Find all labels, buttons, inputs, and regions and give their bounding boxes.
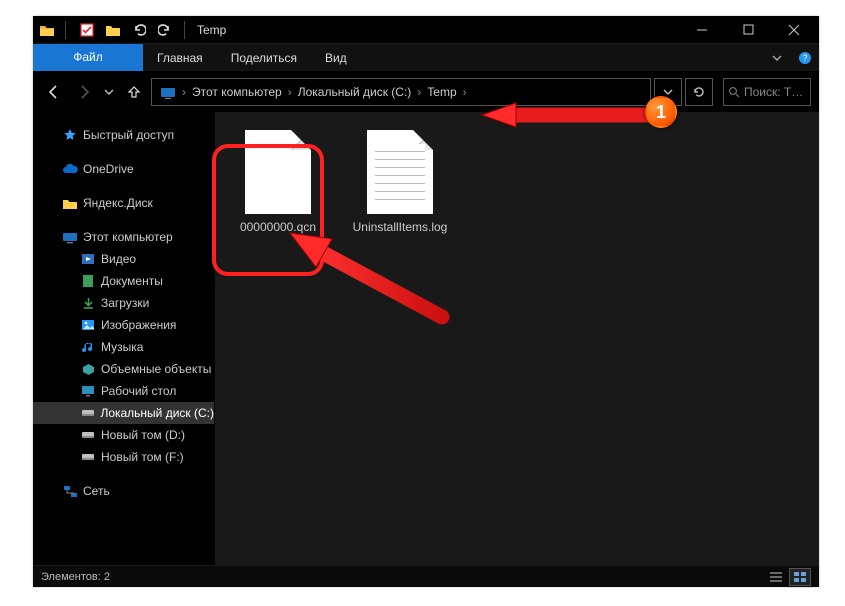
minimize-button[interactable] <box>679 16 725 44</box>
chevron-right-icon[interactable]: › <box>180 85 188 99</box>
nav-forward-button[interactable] <box>71 79 97 105</box>
new-folder-icon[interactable] <box>103 23 123 37</box>
nav-documents[interactable]: Документы <box>33 270 214 292</box>
music-icon <box>79 341 97 354</box>
folder-app-icon <box>38 23 56 37</box>
redo-icon[interactable] <box>155 23 175 37</box>
explorer-body: Быстрый доступ OneDrive Яндекс.Диск Этот… <box>33 112 819 565</box>
file-list-area[interactable]: 00000000.qcn UninstallItems.log <box>215 112 819 565</box>
search-placeholder: Поиск: T… <box>744 85 803 99</box>
refresh-button[interactable] <box>685 78 713 106</box>
nav-local-disk-d[interactable]: Новый том (D:) <box>33 424 214 446</box>
breadcrumb-item[interactable]: Этот компьютер <box>188 79 286 105</box>
nav-yandex-disk[interactable]: Яндекс.Диск <box>33 192 214 214</box>
titlebar-divider <box>65 21 66 39</box>
ribbon: Файл Главная Поделиться Вид ? <box>33 44 819 72</box>
properties-icon[interactable] <box>77 23 97 37</box>
undo-icon[interactable] <box>129 23 149 37</box>
nav-desktop[interactable]: Рабочий стол <box>33 380 214 402</box>
annotation-step-badge: 1 <box>645 96 677 128</box>
picture-icon <box>79 319 97 331</box>
nav-this-pc[interactable]: Этот компьютер <box>33 226 214 248</box>
explorer-window: Temp Файл Главная Поделиться Вид ? <box>33 16 819 587</box>
nav-onedrive[interactable]: OneDrive <box>33 158 214 180</box>
cube-icon <box>79 363 97 376</box>
view-details-button[interactable] <box>765 568 787 586</box>
breadcrumb-item[interactable]: Локальный диск (C:) <box>294 79 416 105</box>
chevron-right-icon[interactable]: › <box>461 85 469 99</box>
address-bar[interactable]: › Этот компьютер › Локальный диск (C:) ›… <box>151 78 651 106</box>
chevron-right-icon[interactable]: › <box>415 85 423 99</box>
maximize-button[interactable] <box>725 16 771 44</box>
nav-quick-access[interactable]: Быстрый доступ <box>33 124 214 146</box>
ribbon-tab-view[interactable]: Вид <box>311 44 361 71</box>
star-icon <box>61 128 79 142</box>
ribbon-expand-button[interactable] <box>763 44 791 71</box>
drive-icon <box>79 430 97 440</box>
status-item-count: Элементов: 2 <box>41 571 110 583</box>
file-icon <box>367 130 433 214</box>
nav-recent-button[interactable] <box>101 79 117 105</box>
drive-icon <box>79 452 97 462</box>
chevron-right-icon[interactable]: › <box>286 85 294 99</box>
nav-local-disk-f[interactable]: Новый том (F:) <box>33 446 214 468</box>
ribbon-tab-home[interactable]: Главная <box>143 44 217 71</box>
file-icon <box>245 130 311 214</box>
qat-divider <box>184 21 185 39</box>
titlebar: Temp <box>33 16 819 44</box>
file-item[interactable]: UninstallItems.log <box>345 124 455 240</box>
ribbon-tab-file[interactable]: Файл <box>33 44 143 71</box>
quick-access-toolbar <box>74 21 191 39</box>
nav-local-disk-c[interactable]: Локальный диск (C:) <box>33 402 214 424</box>
nav-music[interactable]: Музыка <box>33 336 214 358</box>
ribbon-tab-share[interactable]: Поделиться <box>217 44 311 71</box>
nav-videos[interactable]: Видео <box>33 248 214 270</box>
nav-back-button[interactable] <box>41 79 67 105</box>
search-box[interactable]: Поиск: T… <box>723 78 811 106</box>
breadcrumb-root-icon[interactable] <box>156 79 180 105</box>
close-button[interactable] <box>771 16 817 44</box>
nav-network[interactable]: Сеть <box>33 480 214 502</box>
desktop-icon <box>79 385 97 397</box>
navigation-pane[interactable]: Быстрый доступ OneDrive Яндекс.Диск Этот… <box>33 112 215 565</box>
window-title: Temp <box>197 23 226 37</box>
help-button[interactable]: ? <box>791 44 819 71</box>
nav-pictures[interactable]: Изображения <box>33 314 214 336</box>
document-icon <box>79 274 97 288</box>
file-name: UninstallItems.log <box>353 220 448 234</box>
nav-up-button[interactable] <box>121 79 147 105</box>
pc-icon <box>61 231 79 244</box>
cloud-icon <box>61 163 79 175</box>
drive-icon <box>79 408 96 418</box>
svg-text:?: ? <box>802 53 807 63</box>
breadcrumb-item[interactable]: Temp <box>423 79 460 105</box>
network-icon <box>61 485 79 498</box>
file-item[interactable]: 00000000.qcn <box>223 124 333 240</box>
folder-icon <box>61 197 79 210</box>
video-icon <box>79 253 97 265</box>
status-bar: Элементов: 2 <box>33 565 819 587</box>
address-toolbar: › Этот компьютер › Локальный диск (C:) ›… <box>33 72 819 112</box>
nav-3d-objects[interactable]: Объемные объекты <box>33 358 214 380</box>
view-large-icons-button[interactable] <box>789 568 811 586</box>
file-name: 00000000.qcn <box>240 220 316 234</box>
download-icon <box>79 297 97 310</box>
nav-downloads[interactable]: Загрузки <box>33 292 214 314</box>
